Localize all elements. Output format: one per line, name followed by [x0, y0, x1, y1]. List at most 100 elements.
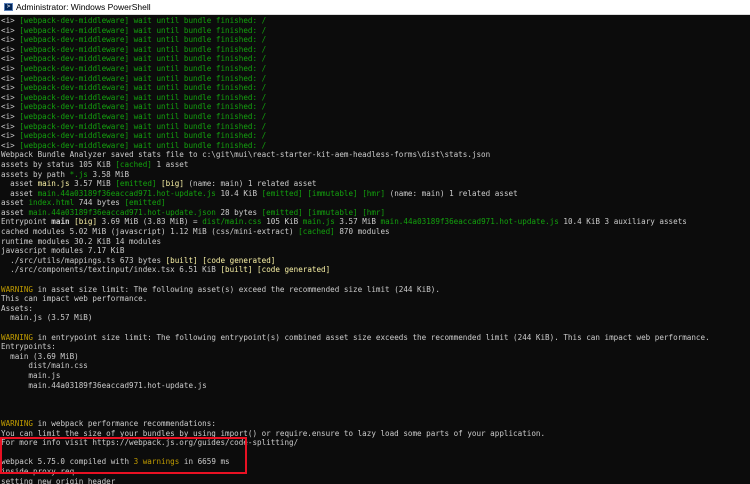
line-segment: 1 asset [151, 159, 189, 169]
line-text: [webpack-dev-middleware] wait until bund… [19, 35, 267, 45]
line-prefix: <i> [1, 121, 20, 131]
terminal-line: asset main.44a03189f36eaccad971.hot-upda… [1, 189, 750, 199]
terminal-line: <i> [webpack-dev-middleware] wait until … [1, 122, 750, 132]
terminal-line: main.js (3.57 MiB) [1, 313, 750, 323]
line-segment: asset [1, 188, 38, 198]
line-segment: 744 bytes [74, 198, 125, 208]
line-segment: (name: main) 1 related asset [183, 179, 317, 189]
terminal-line: <i> [webpack-dev-middleware] wait until … [1, 83, 750, 93]
line-segment: 3.69 MiB (3.83 MiB) = [97, 217, 203, 227]
line-segment: main [51, 217, 70, 227]
terminal-line: <i> [webpack-dev-middleware] wait until … [1, 74, 750, 84]
terminal-line: <i> [webpack-dev-middleware] wait until … [1, 112, 750, 122]
terminal-line: <i> [webpack-dev-middleware] wait until … [1, 141, 750, 151]
terminal-line: <i> [webpack-dev-middleware] wait until … [1, 54, 750, 64]
line-segment: [big] [74, 217, 98, 227]
terminal-line: inside proxy req [1, 467, 750, 477]
line-segment: inside proxy req [1, 466, 75, 476]
terminal-line: webpack 5.75.0 compiled with 3 warnings … [1, 457, 750, 467]
line-prefix: <i> [1, 44, 20, 54]
terminal-line: WARNING in webpack performance recommend… [1, 419, 750, 429]
line-segment: main.js [1, 370, 61, 380]
line-segment: [code generated] [202, 255, 276, 265]
line-segment: (name: main) 1 related asset [385, 188, 518, 198]
line-segment: main.44a03189f36eaccad971.hot-update.jso… [28, 207, 216, 217]
line-prefix: <i> [1, 83, 20, 93]
line-segment: 10.4 KiB 3 auxiliary assets [558, 217, 687, 227]
terminal-line: assets by path *.js 3.58 MiB [1, 170, 750, 180]
line-segment: index.html [28, 198, 75, 208]
title-bar[interactable]: > Administrator: Windows PowerShell [0, 0, 750, 15]
line-segment: [big] [161, 179, 184, 189]
terminal-line: Assets: [1, 304, 750, 314]
terminal-line: <i> [webpack-dev-middleware] wait until … [1, 131, 750, 141]
line-text: [webpack-dev-middleware] wait until bund… [19, 44, 267, 54]
terminal-line: assets by status 105 KiB [cached] 1 asse… [1, 160, 750, 170]
line-segment: WARNING [1, 332, 34, 342]
line-segment: Assets: [1, 303, 34, 313]
line-segment: [cached] [298, 227, 335, 237]
line-segment: *.js [69, 169, 88, 179]
terminal-line: <i> [webpack-dev-middleware] wait until … [1, 93, 750, 103]
terminal-line: For more info visit https://webpack.js.o… [1, 438, 750, 448]
line-prefix: <i> [1, 25, 20, 35]
line-segment: [emitted] [115, 179, 157, 189]
terminal-line: javascript modules 7.17 KiB [1, 246, 750, 256]
terminal-line: <i> [webpack-dev-middleware] wait until … [1, 102, 750, 112]
line-segment: Webpack Bundle Analyzer saved stats file… [1, 150, 491, 160]
line-segment: ./src/components/textinput/index.tsx 6.5… [1, 265, 221, 275]
line-segment: [built] [165, 255, 198, 265]
line-text: [webpack-dev-middleware] wait until bund… [19, 102, 267, 112]
terminal-line: <i> [webpack-dev-middleware] wait until … [1, 35, 750, 45]
line-segment: main.44a03189f36eaccad971.hot-update.js [1, 380, 207, 390]
line-segment: asset [1, 198, 29, 208]
line-prefix: <i> [1, 35, 20, 45]
line-segment: dist/main.css [202, 217, 262, 227]
line-segment: main.44a03189f36eaccad971.hot-update.js [37, 188, 216, 198]
line-text: [webpack-dev-middleware] wait until bund… [19, 63, 267, 73]
line-segment: main (3.69 MiB) [1, 351, 79, 361]
line-segment: [hmr] [362, 207, 386, 217]
line-segment: with [110, 457, 134, 467]
line-segment: assets by status 105 KiB [1, 159, 116, 169]
line-segment: in webpack performance recommendations: [33, 418, 216, 428]
line-segment: 10.4 KiB [215, 188, 262, 198]
line-segment: javascript modules 7.17 KiB [1, 246, 125, 256]
line-text: [webpack-dev-middleware] wait until bund… [19, 73, 267, 83]
terminal-line: main.44a03189f36eaccad971.hot-update.js [1, 381, 750, 391]
terminal-line: <i> [webpack-dev-middleware] wait until … [1, 16, 750, 26]
terminal-line: runtime modules 30.2 KiB 14 modules [1, 237, 750, 247]
terminal-line: main.js [1, 371, 750, 381]
line-prefix: <i> [1, 92, 20, 102]
line-segment: [hmr] [362, 188, 386, 198]
line-segment: Entrypoint [1, 217, 52, 227]
line-prefix: <i> [1, 140, 20, 150]
line-segment: main.js [302, 217, 335, 227]
line-segment: WARNING [1, 418, 34, 428]
line-segment: asset [1, 179, 38, 189]
terminal-line: Entrypoints: [1, 342, 750, 352]
line-segment: 3 warnings [133, 457, 180, 467]
line-segment: 3.57 MiB [69, 179, 116, 189]
line-prefix: <i> [1, 54, 20, 64]
line-segment: main.js (3.57 MiB) [1, 313, 93, 323]
line-segment: in asset size limit: The following asset… [33, 284, 440, 294]
line-text: [webpack-dev-middleware] wait until bund… [19, 25, 267, 35]
line-prefix: <i> [1, 73, 20, 83]
line-prefix: <i> [1, 102, 20, 112]
terminal-line: dist/main.css [1, 361, 750, 371]
terminal-line: asset main.js 3.57 MiB [emitted] [big] (… [1, 179, 750, 189]
line-segment: in entrypoint size limit: The following … [33, 332, 710, 342]
terminal-line: main (3.69 MiB) [1, 352, 750, 362]
line-segment: webpack 5.75.0 compiled [1, 457, 111, 467]
terminal-line: setting new origin header [1, 477, 750, 484]
line-prefix: <i> [1, 63, 20, 73]
line-segment: dist/main.css [1, 361, 88, 371]
line-segment: [emitted] [261, 207, 303, 217]
line-segment: setting new origin header [1, 476, 116, 484]
terminal-output[interactable]: <i> [webpack-dev-middleware] wait until … [0, 15, 750, 484]
line-segment: [code generated] [257, 265, 331, 275]
